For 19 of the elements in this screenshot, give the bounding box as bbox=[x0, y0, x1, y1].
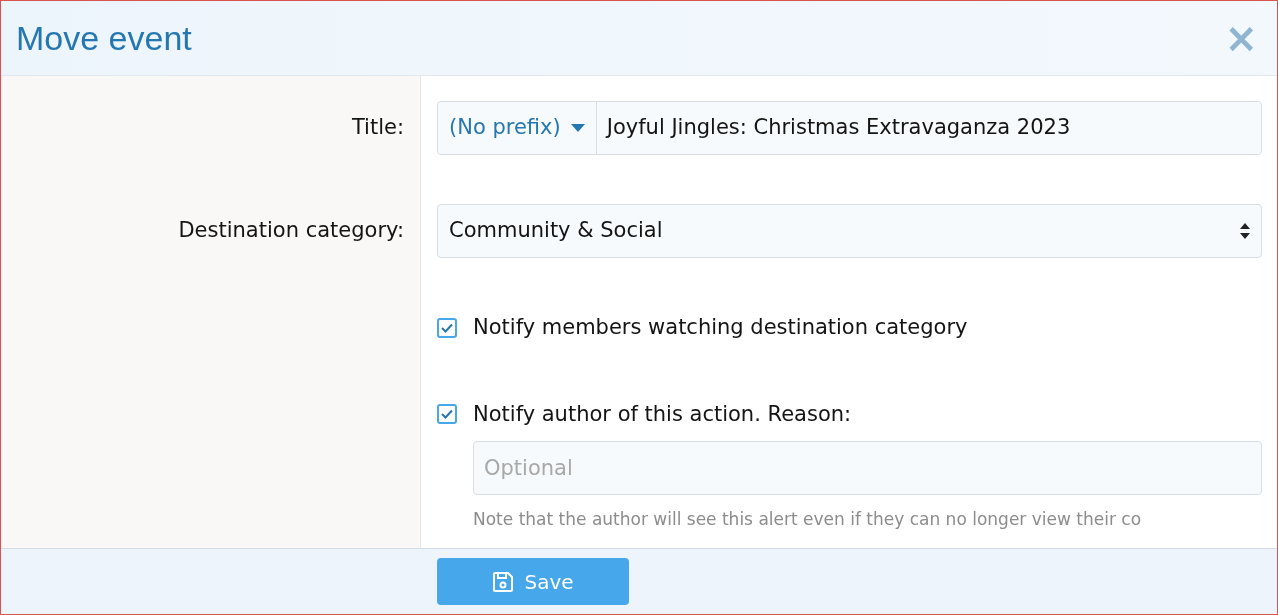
field-label: Title: bbox=[351, 114, 404, 142]
checkbox-label: Notify author of this action. Reason: bbox=[473, 400, 852, 428]
field-label: Destination category: bbox=[178, 217, 404, 245]
reason-input[interactable]: Optional bbox=[473, 441, 1262, 495]
dialog-title: Move event bbox=[16, 17, 192, 59]
select-arrows-icon bbox=[1240, 223, 1250, 239]
checkbox[interactable] bbox=[437, 317, 457, 338]
checkmark-icon bbox=[441, 322, 453, 333]
category-select[interactable]: Community & Social bbox=[437, 204, 1262, 258]
caret-icon bbox=[570, 124, 585, 132]
note-text: Note that the author will see this alert even if they can no longer view their co bbox=[473, 508, 1143, 531]
title-value: Joyful Jingles: Christmas Extravaganza 2023 bbox=[604, 114, 1072, 142]
prefix-dropdown[interactable]: (No prefix) bbox=[438, 102, 597, 154]
checkmark-icon bbox=[441, 409, 453, 420]
floppy-disk-icon bbox=[492, 570, 515, 593]
checkbox[interactable] bbox=[437, 404, 457, 425]
save-button[interactable]: Save bbox=[437, 558, 629, 605]
title-field[interactable]: (No prefix) Joyful Jingles: Christmas Extravaganza 2023 bbox=[437, 101, 1262, 155]
checkbox-label: Notify members watching destination category bbox=[473, 314, 968, 341]
